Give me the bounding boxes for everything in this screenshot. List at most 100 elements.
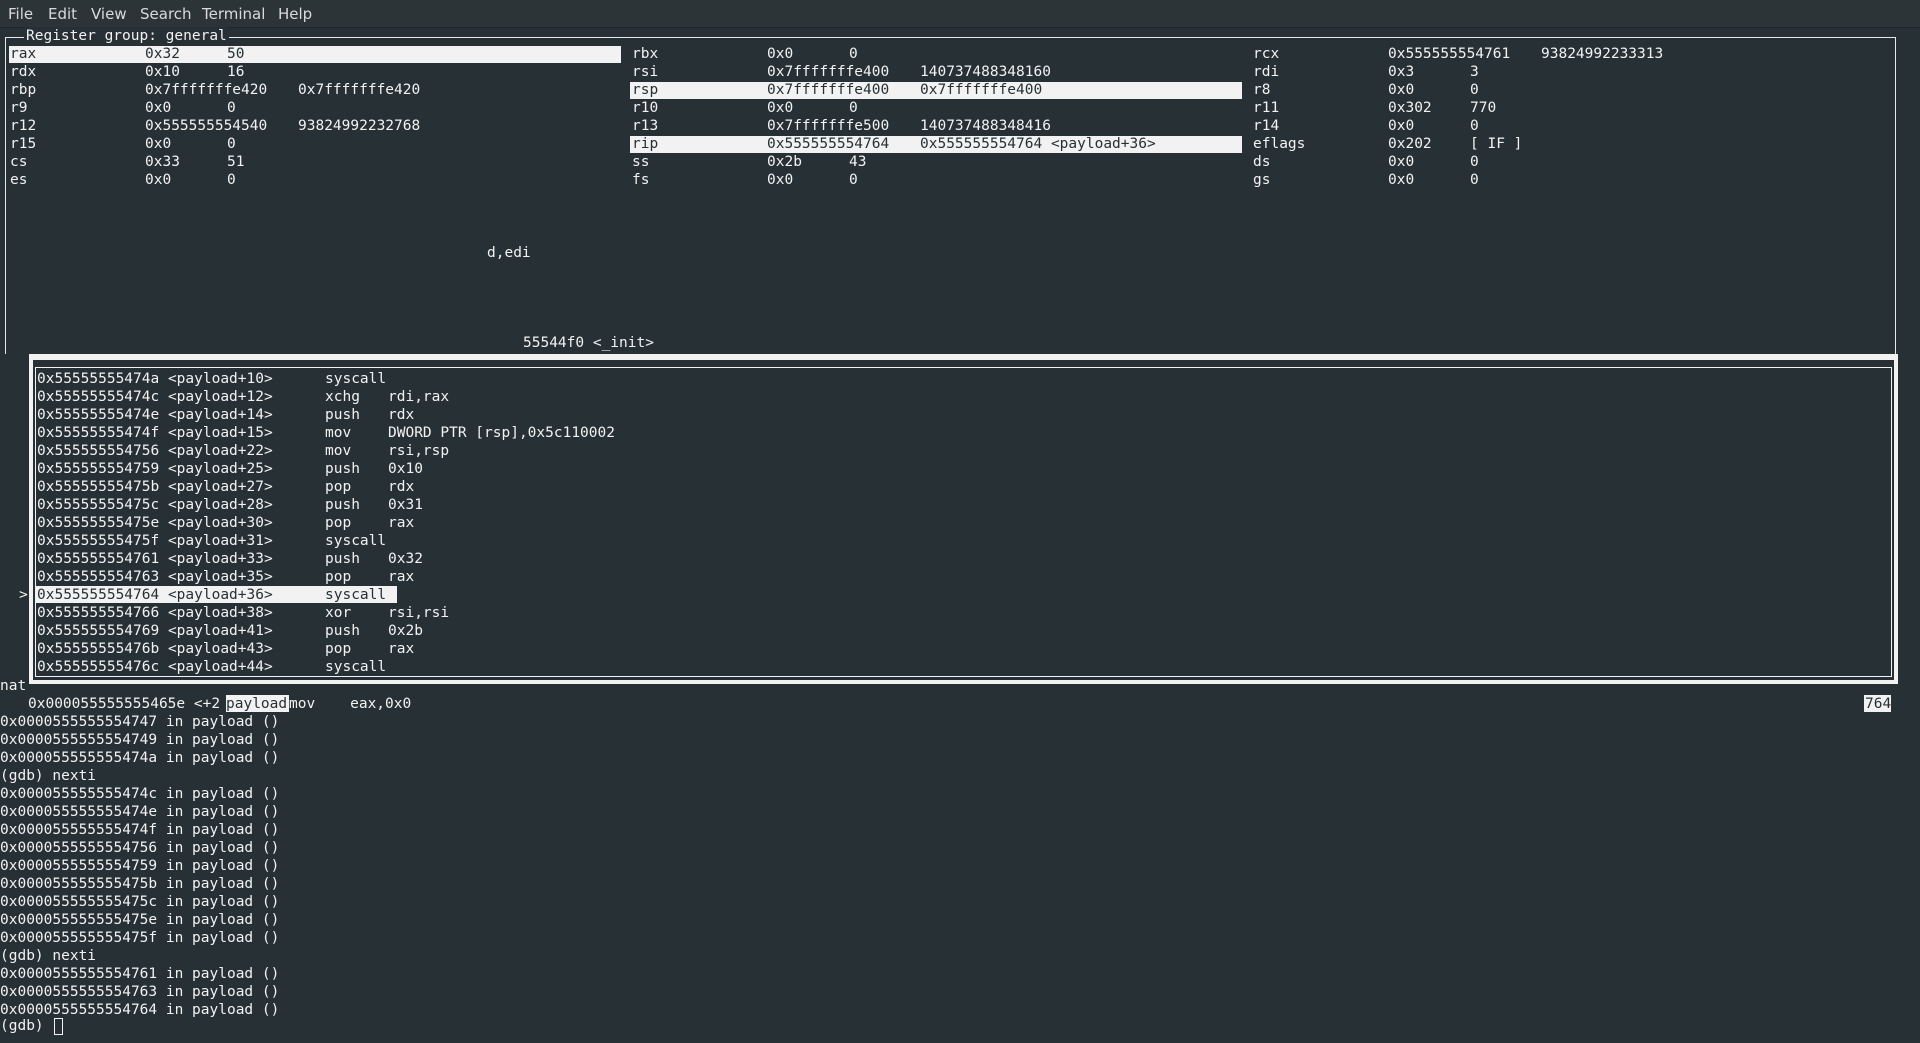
register-hex-value: 0x555555554764 bbox=[767, 136, 890, 152]
register-hex-value: 0x202 bbox=[1388, 136, 1432, 152]
instruction-address: 0x555555554756 <payload+22> bbox=[37, 443, 273, 459]
register-hex-value: 0x0 bbox=[767, 172, 794, 188]
stale-fragment: d,edi bbox=[487, 245, 531, 261]
register-value: 0 bbox=[1470, 118, 1479, 134]
console-line: 0x0000555555554763 in payload () bbox=[0, 984, 280, 1000]
instruction-opcode: pop bbox=[325, 479, 352, 495]
menu-search[interactable]: Search bbox=[140, 5, 192, 23]
register-hex-value: 0x302 bbox=[1388, 100, 1432, 116]
register-value: 0 bbox=[227, 172, 236, 188]
instruction-opcode: push bbox=[325, 407, 360, 423]
instruction-address: 0x555555554766 <payload+38> bbox=[37, 605, 273, 621]
instruction-opcode: push bbox=[325, 551, 360, 567]
instruction-address: 0x555555554764 <payload+36> bbox=[37, 587, 273, 603]
register-hex-value: 0x0 bbox=[1388, 172, 1415, 188]
console-line: 0x0000555555554759 in payload () bbox=[0, 858, 280, 874]
instruction-address: 0x55555555475e <payload+30> bbox=[37, 515, 273, 531]
register-name: rsi bbox=[632, 64, 659, 80]
register-value: 770 bbox=[1470, 100, 1497, 116]
register-hex-value: 0x0 bbox=[1388, 118, 1415, 134]
console-line: 0x0000555555554756 in payload () bbox=[0, 840, 280, 856]
register-value: [ IF ] bbox=[1470, 136, 1523, 152]
register-name: ss bbox=[632, 154, 650, 170]
register-highlight-rax bbox=[9, 46, 621, 63]
register-hex-value: 0x0 bbox=[767, 100, 794, 116]
register-value: 0x7fffffffe400 bbox=[920, 82, 1043, 98]
instruction-address: 0x555555554759 <payload+25> bbox=[37, 461, 273, 477]
console-line: 0x000055555555475e in payload () bbox=[0, 912, 280, 928]
register-value: 93824992233313 bbox=[1541, 46, 1664, 62]
stale-fragment: 0x000055555555465e <+2 bbox=[28, 696, 221, 712]
stale-fragment: nat bbox=[0, 678, 27, 694]
instruction-opcode: syscall bbox=[325, 659, 387, 675]
menu-file[interactable]: File bbox=[8, 5, 33, 23]
register-name: rip bbox=[632, 136, 659, 152]
register-name: r15 bbox=[10, 136, 37, 152]
register-hex-value: 0x0 bbox=[145, 172, 172, 188]
register-name: r11 bbox=[1253, 100, 1280, 116]
instruction-opcode: pop bbox=[325, 641, 352, 657]
instruction-opcode: xor bbox=[325, 605, 352, 621]
console-line: (gdb) nexti bbox=[0, 948, 97, 964]
instruction-opcode: mov bbox=[325, 425, 352, 441]
stale-fragment: 764 bbox=[1865, 696, 1892, 712]
text-cursor[interactable] bbox=[54, 1018, 63, 1035]
instruction-operands: rsi,rsp bbox=[388, 443, 450, 459]
register-hex-value: 0x0 bbox=[1388, 154, 1415, 170]
register-name: r10 bbox=[632, 100, 659, 116]
register-window-title: Register group: general bbox=[24, 27, 229, 45]
instruction-operands: 0x31 bbox=[388, 497, 423, 513]
menu-view[interactable]: View bbox=[91, 5, 127, 23]
instruction-address: 0x555555554769 <payload+41> bbox=[37, 623, 273, 639]
register-value: 0x7fffffffe420 bbox=[298, 82, 421, 98]
register-name: eflags bbox=[1253, 136, 1306, 152]
register-name: rbp bbox=[10, 82, 37, 98]
instruction-address: 0x55555555475f <payload+31> bbox=[37, 533, 273, 549]
register-value: 0x555555554764 <payload+36> bbox=[920, 136, 1156, 152]
register-name: rbx bbox=[632, 46, 659, 62]
register-hex-value: 0x0 bbox=[1388, 82, 1415, 98]
register-name: r12 bbox=[10, 118, 37, 134]
register-value: 0 bbox=[849, 100, 858, 116]
console-line: 0x000055555555474f in payload () bbox=[0, 822, 280, 838]
register-hex-value: 0x7fffffffe400 bbox=[767, 82, 890, 98]
menu-help[interactable]: Help bbox=[278, 5, 312, 23]
instruction-operands: rdx bbox=[388, 479, 415, 495]
register-value: 0 bbox=[849, 46, 858, 62]
register-value: 0 bbox=[227, 100, 236, 116]
instruction-address: 0x555555554763 <payload+35> bbox=[37, 569, 273, 585]
instruction-operands: 0x2b bbox=[388, 623, 423, 639]
register-value: 0 bbox=[1470, 82, 1479, 98]
instruction-operands: 0x10 bbox=[388, 461, 423, 477]
instruction-operands: rax bbox=[388, 641, 415, 657]
menu-terminal[interactable]: Terminal bbox=[202, 5, 265, 23]
console-line: 0x0000555555554749 in payload () bbox=[0, 732, 280, 748]
register-hex-value: 0x7fffffffe500 bbox=[767, 118, 890, 134]
console-line: 0x000055555555474a in payload () bbox=[0, 750, 280, 766]
instruction-operands: rsi,rsi bbox=[388, 605, 450, 621]
register-value: 0 bbox=[849, 172, 858, 188]
register-name: rax bbox=[10, 46, 37, 62]
console-line: 0x0000555555554761 in payload () bbox=[0, 966, 280, 982]
register-name: cs bbox=[10, 154, 28, 170]
instruction-operands: 0x32 bbox=[388, 551, 423, 567]
register-value: 140737488348160 bbox=[920, 64, 1051, 80]
register-hex-value: 0x555555554540 bbox=[145, 118, 268, 134]
console-line: 0x000055555555474e in payload () bbox=[0, 804, 280, 820]
instruction-address: 0x55555555475b <payload+27> bbox=[37, 479, 273, 495]
instruction-opcode: mov bbox=[325, 443, 352, 459]
instruction-operands: rax bbox=[388, 569, 415, 585]
instruction-address: 0x55555555476c <payload+44> bbox=[37, 659, 273, 675]
register-name: ds bbox=[1253, 154, 1271, 170]
register-value: 43 bbox=[849, 154, 867, 170]
register-hex-value: 0x0 bbox=[767, 46, 794, 62]
menu-edit[interactable]: Edit bbox=[48, 5, 77, 23]
register-name: r13 bbox=[632, 118, 659, 134]
register-value: 0 bbox=[1470, 172, 1479, 188]
instruction-operands: rdi,rax bbox=[388, 389, 450, 405]
register-value: 93824992232768 bbox=[298, 118, 421, 134]
instruction-address: 0x55555555474e <payload+14> bbox=[37, 407, 273, 423]
stale-fragment: mov eax,0x0 bbox=[289, 696, 412, 712]
register-name: r14 bbox=[1253, 118, 1280, 134]
register-value: 3 bbox=[1470, 64, 1479, 80]
